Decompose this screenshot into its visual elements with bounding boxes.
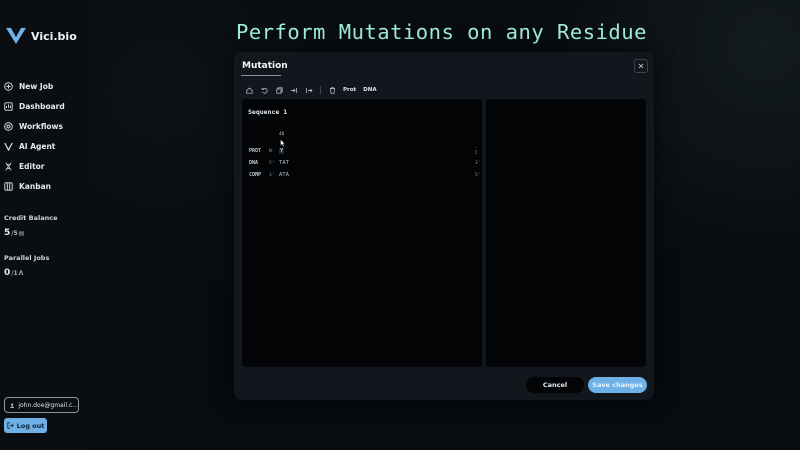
sidebar-item-label: Workflows	[19, 121, 63, 131]
toolbar-separator	[320, 86, 321, 94]
sidebar-item-ai-agent[interactable]: AI Agent	[4, 136, 65, 156]
sequence-row-prot: PROT N- Y -C	[249, 146, 478, 156]
user-email: john.doe@gmail.c...	[18, 401, 78, 409]
brand-name: Vici.bio	[31, 29, 77, 43]
trash-icon[interactable]	[328, 85, 336, 95]
codon-cell[interactable]: ATA	[279, 172, 289, 178]
workflow-icon	[4, 121, 13, 131]
save-changes-button[interactable]: Save changes	[588, 377, 647, 393]
dna-icon	[4, 161, 13, 171]
sequence-row-dna: DNA 5' TAT 3'	[249, 160, 480, 166]
insert-right-icon[interactable]	[305, 85, 313, 95]
sidebar-item-dashboard[interactable]: Dashboard	[4, 96, 65, 116]
row-prefix: 3'	[269, 172, 275, 178]
plus-circle-icon	[4, 81, 13, 91]
parallel-jobs-label: Parallel Jobs	[4, 254, 50, 262]
sidebar-item-label: New Job	[19, 81, 54, 91]
copy-icon[interactable]	[275, 85, 283, 95]
sequence-panel[interactable]: Sequence 1 46 PROT N- Y -C DNA 5' TAT 3'…	[242, 99, 482, 367]
user-icon	[10, 403, 15, 408]
credit-balance-count: 5	[4, 228, 11, 238]
row-prefix: N-	[269, 148, 275, 154]
insert-left-icon[interactable]	[290, 85, 298, 95]
logout-label: Log out	[16, 421, 45, 430]
parallel-icon: Λ	[18, 270, 24, 277]
row-suffix: 5'	[475, 172, 481, 178]
sidebar-item-label: AI Agent	[19, 141, 56, 151]
close-button[interactable]: ✕	[634, 59, 648, 73]
parallel-jobs-value: 0 /1 Λ	[4, 268, 49, 278]
logo[interactable]: Vici.bio	[5, 26, 77, 46]
parallel-jobs-max: /1	[11, 270, 18, 277]
details-panel	[486, 99, 646, 367]
modal-toolbar: Prot DNA	[245, 85, 377, 95]
parallel-jobs-count: 0	[4, 268, 11, 278]
row-suffix: -C	[475, 146, 478, 156]
row-prefix: 5'	[269, 160, 275, 166]
sequence-title: Sequence 1	[248, 108, 288, 116]
cancel-button[interactable]: Cancel	[526, 377, 584, 393]
ai-agent-icon	[4, 142, 13, 151]
sidebar-item-kanban[interactable]: Kanban	[4, 176, 65, 196]
sidebar-item-label: Editor	[19, 161, 45, 171]
residue-cell[interactable]: Y	[279, 148, 285, 154]
codon-cell[interactable]: TAT	[279, 160, 289, 166]
sidebar-item-workflows[interactable]: Workflows	[4, 116, 65, 136]
modal-title: Mutation	[242, 61, 288, 71]
dna-toggle-button[interactable]: DNA	[363, 85, 376, 95]
sidebar-item-new-job[interactable]: New Job	[4, 76, 65, 96]
credit-balance-max: /5	[11, 230, 18, 237]
logout-button[interactable]: Log out	[4, 418, 47, 433]
sidebar-item-editor[interactable]: Editor	[4, 156, 65, 176]
close-icon: ✕	[637, 61, 645, 71]
kanban-icon	[4, 181, 13, 191]
undo-icon[interactable]	[260, 85, 268, 95]
coin-stack-icon: ▤	[18, 230, 25, 237]
headline-caption: Perform Mutations on any Residue	[236, 20, 647, 44]
credit-balance-label: Credit Balance	[4, 214, 58, 222]
vici-logo-icon	[6, 28, 26, 44]
credit-balance: Credit Balance 5 /5 ▤	[4, 214, 57, 238]
parallel-jobs: Parallel Jobs 0 /1 Λ	[4, 254, 49, 278]
sidebar: Vici.bio New Job Dashboard Workflows AI …	[0, 0, 88, 450]
row-label: DNA	[249, 160, 259, 166]
dashboard-icon	[4, 101, 13, 111]
row-label: COMP	[249, 172, 262, 178]
mouse-cursor-icon	[280, 139, 286, 147]
sidebar-item-label: Dashboard	[19, 101, 65, 111]
credit-balance-value: 5 /5 ▤	[4, 228, 57, 238]
sidebar-item-label: Kanban	[19, 181, 51, 191]
sidebar-nav: New Job Dashboard Workflows AI Agent Edi…	[4, 76, 65, 196]
row-label: PROT	[249, 148, 262, 154]
home-icon[interactable]	[245, 85, 253, 95]
sequence-row-comp: COMP 3' ATA 5'	[249, 172, 480, 178]
mutation-modal: Mutation ✕ Prot DNA Sequence 1 46 PROT N…	[234, 52, 654, 400]
prot-toggle-button[interactable]: Prot	[343, 85, 356, 95]
user-account-button[interactable]: john.doe@gmail.c...	[4, 397, 79, 413]
row-suffix: 3'	[475, 160, 481, 166]
logout-icon	[7, 422, 14, 429]
title-underline	[241, 75, 281, 76]
residue-position: 46	[279, 132, 285, 137]
